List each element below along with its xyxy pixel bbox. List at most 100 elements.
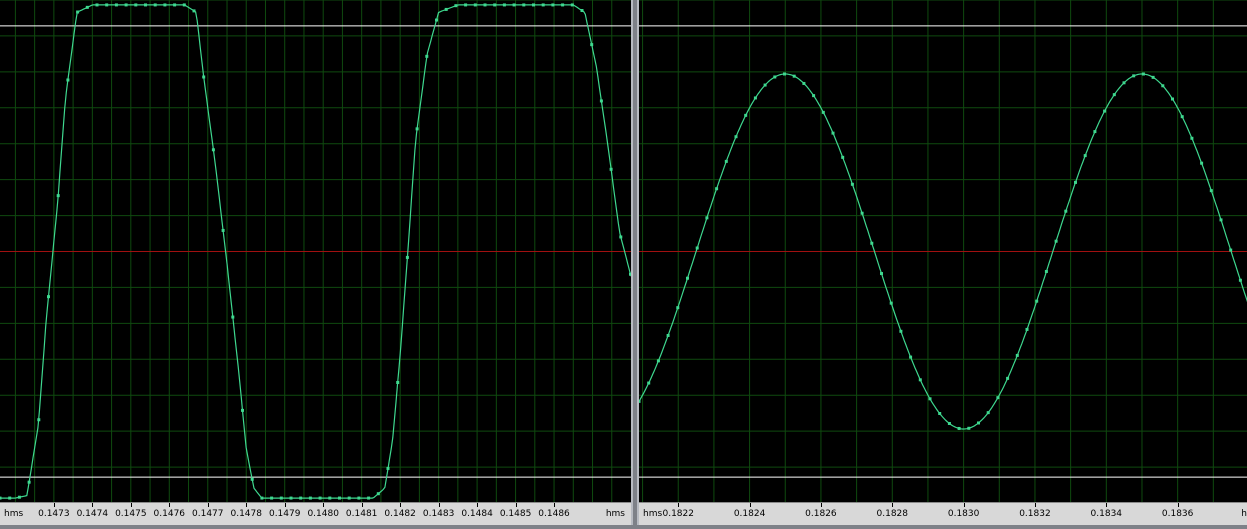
time-ruler-left[interactable]: hms hms 0.1473 0.1474 0.1475 0.1476 0.1477 0.… bbox=[0, 502, 631, 525]
sample-point bbox=[860, 211, 864, 215]
tick-mark bbox=[1106, 503, 1108, 507]
sample-point bbox=[144, 3, 147, 7]
sample-point bbox=[522, 3, 526, 7]
tick-mark bbox=[361, 503, 363, 507]
tick-label: 0.1476 bbox=[153, 509, 186, 519]
sample-point bbox=[250, 477, 254, 481]
waveform-panel-right[interactable]: hms h 0.1822 0.1824 0.1826 0.1828 0.1830 0.18… bbox=[637, 0, 1247, 525]
sample-point bbox=[231, 315, 235, 319]
sample-point bbox=[938, 412, 942, 416]
sample-point bbox=[802, 81, 806, 85]
sample-point bbox=[124, 3, 128, 7]
sample-point bbox=[1083, 154, 1087, 158]
tick-label: 0.1478 bbox=[230, 509, 262, 519]
tick-label: 0.1828 bbox=[876, 509, 909, 519]
sample-point bbox=[656, 359, 660, 363]
sample-point bbox=[629, 272, 631, 276]
sample-point bbox=[647, 381, 651, 385]
sample-point bbox=[211, 148, 215, 152]
sample-point bbox=[435, 18, 438, 22]
tick-label: 0.1473 bbox=[38, 509, 70, 519]
sample-point bbox=[153, 3, 157, 7]
sample-point bbox=[95, 3, 99, 7]
sample-point bbox=[473, 3, 477, 7]
tick-mark bbox=[749, 503, 751, 507]
sample-point bbox=[338, 496, 341, 500]
time-ruler-right[interactable]: hms h 0.1822 0.1824 0.1826 0.1828 0.1830 0.18… bbox=[639, 502, 1247, 525]
tick-label: 0.1474 bbox=[76, 509, 109, 519]
sample-point bbox=[17, 495, 21, 499]
tick-label: 0.1477 bbox=[192, 509, 224, 519]
tick-label: 0.1824 bbox=[733, 509, 766, 519]
sample-point bbox=[444, 7, 448, 11]
sample-point bbox=[27, 480, 31, 484]
sample-point bbox=[289, 496, 293, 500]
sample-point bbox=[686, 276, 689, 280]
tick-label: 0.1822 bbox=[662, 509, 694, 519]
sample-point bbox=[590, 43, 594, 47]
tick-mark bbox=[323, 503, 325, 507]
sample-point bbox=[376, 492, 380, 496]
sample-point bbox=[1064, 209, 1068, 213]
sample-point bbox=[1093, 130, 1097, 134]
sample-point bbox=[202, 75, 206, 79]
sample-point bbox=[967, 426, 971, 430]
sample-point bbox=[512, 3, 516, 7]
sample-point bbox=[1238, 278, 1242, 282]
tick-label: 0.1484 bbox=[461, 509, 493, 519]
sample-point bbox=[386, 466, 390, 470]
tick-label: 0.1482 bbox=[384, 509, 416, 519]
sample-point bbox=[532, 3, 535, 7]
sample-point bbox=[85, 5, 89, 9]
sample-point bbox=[889, 301, 893, 305]
sample-point bbox=[812, 94, 816, 98]
sample-point bbox=[918, 378, 922, 382]
sample-point bbox=[570, 3, 574, 7]
sample-point bbox=[773, 75, 777, 79]
waveform-panel-left[interactable]: hms hms 0.1473 0.1474 0.1475 0.1476 0.1477 0.… bbox=[0, 0, 633, 525]
sample-point bbox=[1122, 81, 1126, 85]
sample-point bbox=[66, 78, 70, 82]
sample-point bbox=[425, 54, 429, 58]
sample-point bbox=[841, 155, 845, 159]
tick-mark bbox=[438, 503, 440, 507]
sample-point bbox=[928, 397, 932, 401]
sample-point bbox=[415, 127, 419, 131]
tick-label: 0.1483 bbox=[422, 509, 455, 519]
tick-label: 0.1486 bbox=[538, 509, 570, 519]
sample-point bbox=[792, 74, 796, 78]
sample-point bbox=[76, 10, 80, 14]
tick-label: 0.1836 bbox=[1161, 509, 1194, 519]
sample-point bbox=[1151, 75, 1155, 79]
sample-point bbox=[763, 83, 767, 87]
tick-mark bbox=[246, 503, 248, 507]
sample-point bbox=[977, 421, 980, 425]
sample-point bbox=[831, 131, 835, 135]
sample-point bbox=[1025, 327, 1029, 331]
sample-point bbox=[357, 496, 361, 500]
tick-mark bbox=[169, 503, 171, 507]
waveform-plot-right[interactable] bbox=[639, 0, 1247, 503]
sample-point bbox=[1190, 136, 1194, 140]
sample-point bbox=[695, 246, 699, 250]
sample-point bbox=[909, 355, 913, 359]
sample-point bbox=[1132, 74, 1136, 78]
sample-point bbox=[1054, 239, 1058, 243]
sample-point bbox=[464, 3, 468, 7]
sample-point bbox=[899, 329, 903, 333]
sample-point bbox=[753, 96, 757, 100]
time-unit-label: hms bbox=[4, 509, 24, 519]
sample-point bbox=[347, 496, 351, 500]
sample-point bbox=[493, 3, 497, 7]
sample-point bbox=[56, 194, 60, 198]
sample-point bbox=[1074, 180, 1077, 184]
tick-mark bbox=[92, 503, 94, 507]
sample-point bbox=[551, 3, 555, 7]
sample-point bbox=[260, 496, 264, 500]
sample-point bbox=[163, 3, 167, 7]
sample-point bbox=[599, 99, 603, 103]
tick-mark bbox=[1177, 503, 1179, 507]
waveform-plot-left[interactable] bbox=[0, 0, 631, 503]
sample-point bbox=[639, 399, 641, 403]
sample-point bbox=[502, 3, 506, 7]
